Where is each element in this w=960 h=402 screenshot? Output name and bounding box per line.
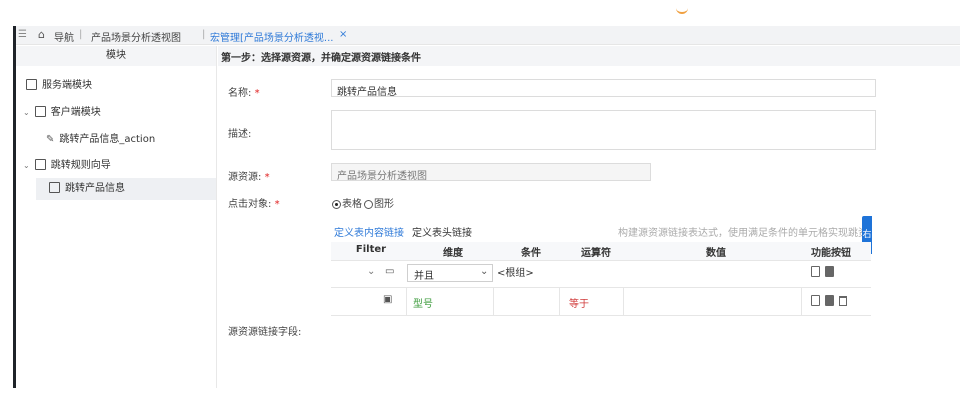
breadcrumb-separator: | [79,29,83,40]
breadcrumb-separator: | [202,29,206,40]
chevron-down-icon[interactable]: ⌄ [23,161,30,170]
radio-chart[interactable] [364,200,373,209]
link-field-label: 源资源链接字段: [228,327,302,338]
breadcrumb-nav[interactable]: 导航 [54,29,74,44]
click-target-options: 表格 图形 [332,195,394,210]
name-input[interactable]: 跳转产品信息 [331,79,876,98]
condition-item-icon: ▣ [383,294,393,305]
jump-icon [49,182,60,193]
table-row: ▣ 型号 等于 [331,287,871,316]
name-label: 名称: * [228,84,260,99]
sidebar-item-label: 跳转规则向导 [50,160,111,171]
description-label: 描述: [228,129,252,140]
radio-table-label[interactable]: 表格 [342,199,362,210]
required-mark: * [274,199,280,210]
sidebar-item-jump-product[interactable]: 跳转产品信息 [36,178,216,200]
menu-icon[interactable]: ☰ [18,29,27,40]
sidebar-item-action[interactable]: ✎ 跳转产品信息_action [46,130,155,145]
source-input[interactable]: 产品场景分析透视图 [331,163,651,182]
table-header-row: Filter 维度 条件 运算符 数值 功能按钮 [331,242,871,261]
operator-value[interactable]: 等于 [569,295,589,310]
breadcrumb-page[interactable]: 产品场景分析透视图 [91,29,181,44]
chevron-down-icon: ⌄ [480,266,489,277]
cell-divider [559,287,560,315]
radio-table[interactable] [332,200,341,209]
dimension-select[interactable]: 并且 ⌄ [407,264,493,282]
condition-root: <根组> [497,268,534,279]
add-condition-icon[interactable] [811,295,820,306]
col-dimension: 维度 [443,248,463,259]
cell-divider [623,287,624,315]
tab-macro-manage[interactable]: 宏管理[产品场景分析透视... [210,29,333,44]
expand-chevron-icon[interactable]: ⌄ [367,266,375,277]
loading-indicator [676,6,688,14]
chevron-down-icon[interactable]: ⌄ [23,108,30,117]
cell-divider [801,287,802,315]
col-condition: 条件 [521,248,541,259]
col-value: 数值 [706,248,726,259]
action-edit-icon: ✎ [46,134,55,145]
dimension-value[interactable]: 型号 [413,295,433,310]
sidebar-item-jump-wizard[interactable]: ⌄ 跳转规则向导 [23,156,111,171]
row-actions [811,266,839,278]
col-filter: Filter [355,244,387,255]
wizard-icon [34,159,46,170]
required-mark: * [264,172,270,183]
tab-content-link[interactable]: 定义表内容链接 [334,224,404,244]
sidebar-item-server-module[interactable]: 服务端模块 [26,76,92,91]
sidebar-item-label: 跳转产品信息_action [59,134,156,145]
client-module-icon [34,106,46,117]
add-condition-icon[interactable] [811,266,820,277]
row-actions [811,295,847,307]
description-textarea[interactable] [331,110,876,150]
col-actions: 功能按钮 [811,248,851,259]
sidebar-header: 模块 [16,46,216,66]
step-title: 第一步：选择源资源，并确定源资源链接条件 [221,53,421,64]
link-hint: 构建源资源链接表达式，使用满足条件的单元格实现跳资源之 [618,228,862,239]
breadcrumb: ☰ ⌂ 导航 | 产品场景分析透视图 | 宏管理[产品场景分析透视... × [16,26,960,45]
sidebar-item-client-module[interactable]: ⌄ 客户端模块 [23,103,101,118]
add-group-icon[interactable] [825,266,834,277]
cell-divider [493,287,494,315]
sidebar-item-label: 跳转产品信息 [65,183,125,194]
trash-icon[interactable] [839,296,847,306]
folder-icon: ▭ [385,266,395,277]
add-group-icon[interactable] [825,295,834,306]
col-operator: 运算符 [581,248,611,259]
sidebar-item-label: 服务端模块 [42,80,92,91]
name-label-text: 名称: [228,88,252,99]
tab-header-link[interactable]: 定义表头链接 [412,224,472,239]
cell-divider [406,287,407,315]
module-sidebar: 模块 服务端模块 ⌄ 客户端模块 ✎ 跳转产品信息_action ⌄ 跳转规则向导 跳… [16,46,217,388]
table-row: ⌄ ▭ 并且 ⌄ <根组> [331,260,871,288]
home-icon[interactable]: ⌂ [38,28,45,41]
click-target-label-text: 点击对象: [228,199,272,210]
source-label-text: 源资源: [228,172,262,183]
radio-chart-label[interactable]: 图形 [374,199,394,210]
click-target-label: 点击对象: * [228,195,280,210]
source-label: 源资源: * [228,168,270,183]
server-module-icon [26,79,37,90]
required-mark: * [254,88,260,99]
tab-close-icon[interactable]: × [339,29,347,40]
dimension-select-value: 并且 [414,271,434,282]
top-bar [0,0,960,20]
sidebar-item-label: 客户端模块 [50,107,101,118]
